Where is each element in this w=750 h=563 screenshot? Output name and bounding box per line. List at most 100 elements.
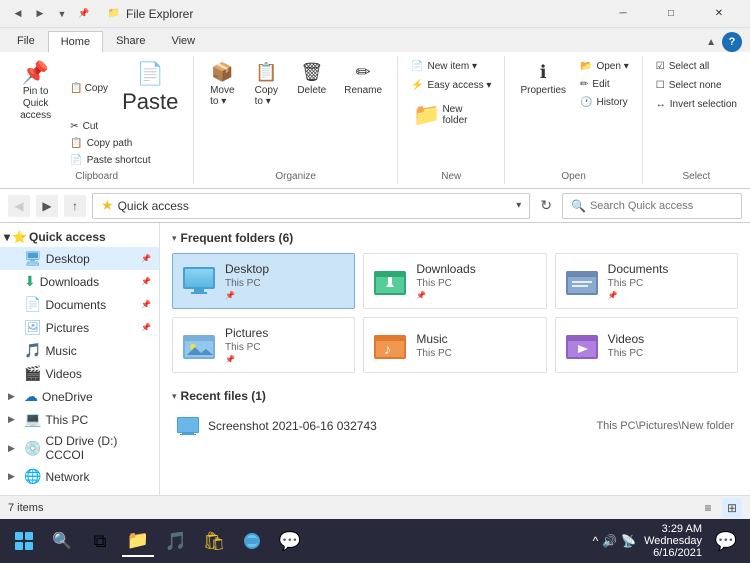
up-button[interactable]: ↑ — [64, 195, 86, 217]
address-bar: ◀ ▶ ↑ ★ Quick access ▾ ↻ 🔍 — [0, 189, 750, 223]
date-display2: 6/16/2021 — [653, 547, 702, 559]
selectall-icon: ☑ — [656, 61, 665, 72]
edit-icon: ✏ — [580, 79, 588, 90]
folder-tile-music[interactable]: ♪ Music This PC — [363, 317, 546, 373]
select-group: ☑ Select all ☐ Select none ↔ Invert sele… — [643, 56, 750, 184]
invert-selection-button[interactable]: ↔ Invert selection — [651, 96, 742, 113]
paste-shortcut-button[interactable]: 📄 Paste shortcut — [65, 152, 185, 169]
folder-tile-documents[interactable]: Documents This PC 📌 — [555, 253, 738, 309]
sidebar-network-icon: 🌐 — [24, 468, 41, 485]
taskbar-teams-chat[interactable]: 💬 — [710, 525, 742, 557]
select-none-button[interactable]: ☐ Select none — [651, 77, 727, 94]
sidebar-quickaccess-header[interactable]: ▾ ⭐ Quick access — [0, 227, 159, 247]
taskbar-mediaplayer-button[interactable]: 🎵 — [160, 525, 192, 557]
edit-button[interactable]: ✏ Edit — [575, 76, 634, 93]
folder-downloads-pin: 📌 — [416, 291, 475, 300]
new-folder-button[interactable]: 📁 Newfolder — [406, 98, 474, 132]
close-button[interactable]: ✕ — [696, 0, 742, 28]
sidebar-cddrive-label: CD Drive (D:) CCCOI — [45, 434, 151, 462]
quick-back-btn[interactable]: ◀ — [8, 4, 28, 24]
taskbar-chat-button[interactable]: 💬 — [274, 525, 306, 557]
tab-home[interactable]: Home — [48, 31, 103, 53]
recent-files-header[interactable]: ▾ Recent files (1) — [172, 389, 738, 403]
properties-icon: ℹ — [540, 62, 547, 83]
open-icon: 📂 — [580, 61, 592, 72]
refresh-button[interactable]: ↻ — [536, 195, 556, 216]
taskbar-store-button[interactable]: 🛍 — [198, 525, 230, 557]
frequent-chevron: ▾ — [172, 233, 177, 244]
folder-tile-pictures[interactable]: Pictures This PC 📌 — [172, 317, 355, 373]
cut-button[interactable]: ✂ Cut — [65, 118, 185, 135]
maximize-button[interactable]: □ — [648, 0, 694, 28]
folder-videos-info: Videos This PC — [608, 332, 644, 359]
recent-title: Recent files (1) — [181, 389, 266, 403]
minimize-button[interactable]: ─ — [600, 0, 646, 28]
list-view-button[interactable]: ≡ — [698, 498, 718, 518]
recent-files-list: Screenshot 2021-06-16 032743 This PC\Pic… — [172, 411, 738, 441]
title-text: File Explorer — [126, 7, 193, 21]
move-to-button[interactable]: 📦 Moveto ▾ — [202, 58, 242, 111]
systray-network[interactable]: 📡 — [621, 534, 636, 548]
forward-button[interactable]: ▶ — [36, 195, 58, 217]
ribbon-collapse-btn[interactable]: ▲ — [704, 35, 718, 50]
folder-tile-desktop[interactable]: Desktop This PC 📌 — [172, 253, 355, 309]
grid-view-button[interactable]: ⊞ — [722, 498, 742, 518]
copy-path-button[interactable]: 📋 Copy path — [65, 135, 185, 152]
recent-item-screenshot[interactable]: Screenshot 2021-06-16 032743 This PC\Pic… — [172, 411, 738, 441]
open-button[interactable]: 📂 Open ▾ — [575, 58, 634, 75]
path-dropdown-arrow[interactable]: ▾ — [516, 200, 521, 211]
new-item-button[interactable]: 📄 New item ▾ — [406, 58, 482, 75]
tab-share[interactable]: Share — [103, 30, 158, 52]
sidebar-item-videos[interactable]: 🎬 Videos — [0, 362, 159, 385]
address-path[interactable]: ★ Quick access ▾ — [92, 193, 530, 219]
folder-pictures-icon — [181, 327, 217, 363]
start-button[interactable] — [8, 525, 40, 557]
sidebar-item-thispc[interactable]: ▶ 💻 This PC — [0, 408, 159, 431]
sidebar-item-documents[interactable]: 📄 Documents 📌 — [0, 293, 159, 316]
systray-speaker[interactable]: 🔊 — [602, 534, 617, 548]
select-all-button[interactable]: ☑ Select all — [651, 58, 715, 75]
frequent-folders-header[interactable]: ▾ Frequent folders (6) — [172, 231, 738, 245]
tab-file[interactable]: File — [4, 30, 48, 52]
folder-desktop-icon — [181, 263, 217, 299]
taskbar-taskview-button[interactable]: ⧉ — [84, 525, 116, 557]
sidebar-item-cddrive[interactable]: ▶ 💿 CD Drive (D:) CCCOI — [0, 431, 159, 465]
window-controls: ─ □ ✕ — [600, 0, 742, 28]
tab-view[interactable]: View — [158, 30, 208, 52]
systray-icons[interactable]: ^ 🔊 📡 — [593, 534, 637, 548]
folder-tile-videos[interactable]: Videos This PC — [555, 317, 738, 373]
taskbar-fileexplorer-button[interactable]: 📁 — [122, 525, 154, 557]
sidebar-item-music[interactable]: 🎵 Music — [0, 339, 159, 362]
copyto-icon: 📋 — [255, 62, 277, 83]
network-expand: ▶ — [8, 471, 20, 482]
back-button[interactable]: ◀ — [8, 195, 30, 217]
delete-button[interactable]: 🗑 Delete — [290, 58, 333, 100]
quick-forward-btn[interactable]: ▶ — [30, 4, 50, 24]
pin-indicator-dl: 📌 — [141, 277, 151, 286]
folder-tile-downloads[interactable]: Downloads This PC 📌 — [363, 253, 546, 309]
search-input[interactable] — [590, 200, 733, 212]
sidebar-item-onedrive[interactable]: ▶ ☁ OneDrive — [0, 385, 159, 408]
sidebar-item-pictures[interactable]: 🖼 Pictures 📌 — [0, 316, 159, 339]
quick-menu-btn[interactable]: ▼ — [52, 4, 72, 24]
pin-to-quick-access-button[interactable]: 📌 Pin to Quick access — [8, 58, 63, 126]
quick-pin-btn[interactable]: 📌 — [74, 4, 94, 24]
easy-access-button[interactable]: ⚡ Easy access ▾ — [406, 77, 496, 94]
systray-expand[interactable]: ^ — [593, 534, 599, 548]
properties-button[interactable]: ℹ Properties — [513, 58, 573, 100]
copy-button[interactable]: 📋 Copy — [65, 58, 113, 118]
folder-desktop-name: Desktop — [225, 262, 269, 276]
search-box[interactable]: 🔍 — [562, 193, 742, 219]
history-button[interactable]: 🕐 History — [575, 94, 634, 111]
sidebar-item-network[interactable]: ▶ 🌐 Network — [0, 465, 159, 488]
paste-button[interactable]: 📄 Paste — [115, 58, 185, 118]
sidebar-item-desktop[interactable]: 🖥 Desktop 📌 — [0, 247, 159, 270]
system-clock[interactable]: 3:29 AM Wednesday 6/16/2021 — [644, 523, 702, 559]
folder-desktop-info: Desktop This PC 📌 — [225, 262, 269, 300]
help-button[interactable]: ? — [722, 32, 742, 52]
rename-button[interactable]: ✏ Rename — [337, 58, 389, 100]
taskbar-search-button[interactable]: 🔍 — [46, 525, 78, 557]
sidebar-item-downloads[interactable]: ⬇ Downloads 📌 — [0, 270, 159, 293]
taskbar-edge-button[interactable] — [236, 525, 268, 557]
copy-to-button[interactable]: 📋 Copyto ▾ — [246, 58, 286, 111]
